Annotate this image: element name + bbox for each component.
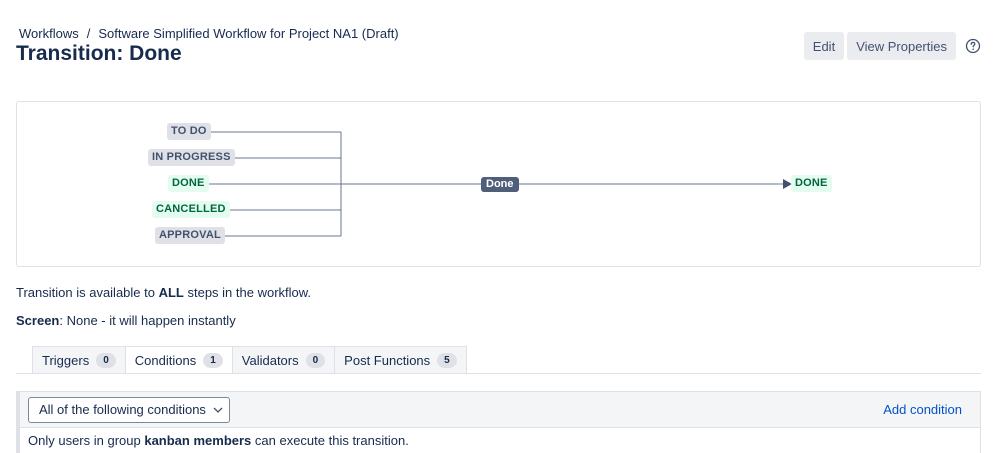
breadcrumb: Workflows / Software Simplified Workflow… xyxy=(19,26,399,41)
condition-group-value: All of the following conditions xyxy=(39,402,206,417)
status-done: DONE xyxy=(168,175,209,192)
chevron-down-icon xyxy=(213,407,223,413)
availability-text: Transition is available to ALL steps in … xyxy=(16,285,312,300)
tab-label: Conditions xyxy=(134,353,197,368)
screen-text: Screen: None - it will happen instantly xyxy=(16,313,236,328)
screen-value: : None - it will happen instantly xyxy=(59,313,236,328)
condition-rule: Only users in group kanban members can e… xyxy=(20,427,980,453)
tab-count-badge: 0 xyxy=(305,353,326,368)
transition-lozenge: Done xyxy=(481,177,519,192)
header-actions: Edit View Properties xyxy=(803,32,981,60)
status-in-progress: IN PROGRESS xyxy=(148,149,235,166)
availability-scope: ALL xyxy=(158,285,184,300)
add-condition-link[interactable]: Add condition xyxy=(883,402,962,417)
condition-group-name: kanban members xyxy=(144,433,252,448)
breadcrumb-separator: / xyxy=(86,26,91,41)
question-circle-icon[interactable] xyxy=(965,38,981,54)
tab-label: Post Functions xyxy=(344,353,431,368)
tab-validators[interactable]: Validators 0 xyxy=(231,346,336,374)
tab-count-badge: 0 xyxy=(96,353,116,368)
page-title: Transition: Done xyxy=(16,42,182,65)
breadcrumb-workflow-link[interactable]: Software Simplified Workflow for Project… xyxy=(98,26,398,41)
view-properties-button[interactable]: View Properties xyxy=(847,32,956,60)
tab-divider xyxy=(16,373,981,374)
conditions-header: All of the following conditions Add cond… xyxy=(20,392,980,427)
conditions-panel: All of the following conditions Add cond… xyxy=(16,391,981,453)
status-to-do: TO DO xyxy=(167,123,211,140)
tab-post-functions[interactable]: Post Functions 5 xyxy=(334,346,467,374)
status-approval: APPROVAL xyxy=(155,227,225,244)
status-cancelled: CANCELLED xyxy=(152,201,230,218)
edit-button[interactable]: Edit xyxy=(803,32,845,60)
screen-label: Screen xyxy=(16,313,60,328)
condition-group-select[interactable]: All of the following conditions xyxy=(28,396,230,423)
status-target-done: DONE xyxy=(791,175,832,192)
tab-triggers[interactable]: Triggers 0 xyxy=(32,346,126,374)
transition-tabs: Triggers 0 Conditions 1 Validators 0 Pos… xyxy=(32,346,467,374)
tab-count-badge: 5 xyxy=(437,353,457,368)
tab-count-badge: 1 xyxy=(203,353,223,368)
breadcrumb-workflows-link[interactable]: Workflows xyxy=(19,26,79,41)
tab-conditions[interactable]: Conditions 1 xyxy=(124,346,233,374)
tab-label: Triggers xyxy=(42,353,90,368)
transition-diagram: TO DO IN PROGRESS DONE CANCELLED APPROVA… xyxy=(16,101,981,267)
tab-label: Validators xyxy=(241,353,299,368)
